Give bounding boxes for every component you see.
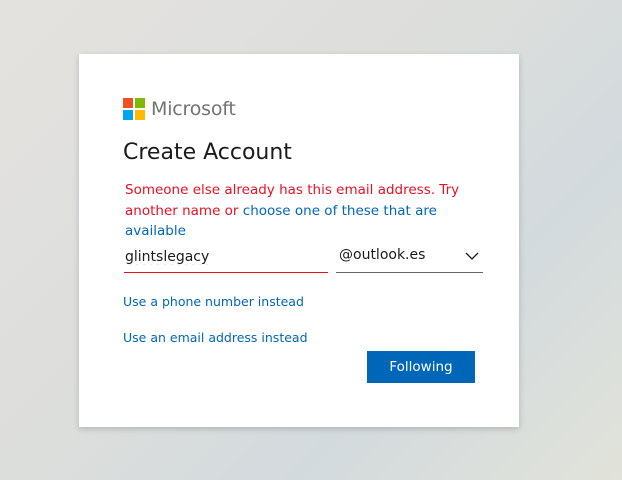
logo-square-blue <box>123 110 133 120</box>
chevron-down-icon <box>465 252 479 260</box>
domain-select[interactable]: @outlook.es <box>336 242 483 273</box>
page-title: Create Account <box>123 140 292 165</box>
logo-square-green <box>135 98 145 108</box>
logo-text: Microsoft <box>151 98 236 120</box>
use-email-link[interactable]: Use an email address instead <box>123 330 308 345</box>
microsoft-logo-icon <box>123 98 145 120</box>
microsoft-logo: Microsoft <box>123 98 236 120</box>
logo-square-yellow <box>135 110 145 120</box>
error-message: Someone else already has this email addr… <box>125 180 465 242</box>
signup-card: Microsoft Create Account Someone else al… <box>79 54 519 427</box>
domain-value: @outlook.es <box>339 247 426 263</box>
use-phone-link[interactable]: Use a phone number instead <box>123 294 304 309</box>
username-input[interactable] <box>124 246 328 273</box>
logo-square-red <box>123 98 133 108</box>
next-button[interactable]: Following <box>367 351 475 383</box>
